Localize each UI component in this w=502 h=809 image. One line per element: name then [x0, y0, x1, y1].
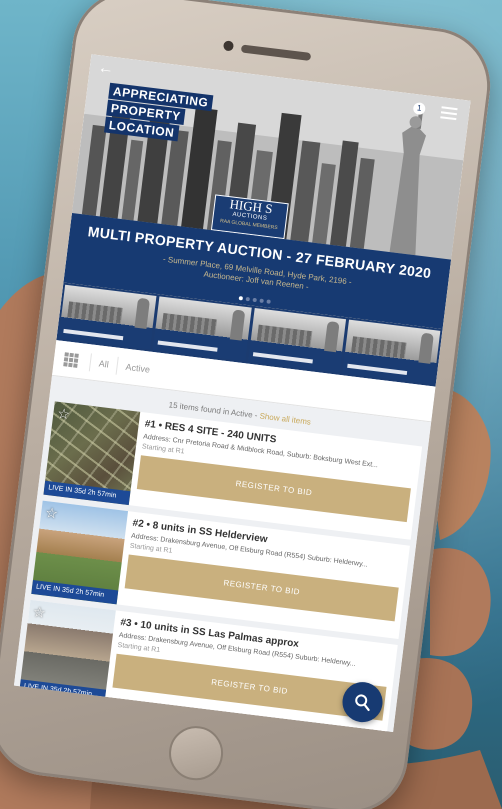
star-icon[interactable]: ☆ [44, 504, 58, 522]
live-countdown: LIVE IN 35d 2h 57min [19, 679, 107, 704]
thumbnail[interactable] [153, 296, 252, 362]
app-screen: ← 1 APPRECIATING PROPERTY LOCATION HIGH … [13, 54, 471, 733]
filter-chip-all[interactable]: All [88, 352, 118, 375]
thumbnail[interactable] [58, 284, 157, 350]
carousel-dot[interactable] [266, 299, 271, 304]
hamburger-menu-icon[interactable] [440, 106, 458, 121]
show-all-link[interactable]: Show all items [259, 411, 311, 426]
carousel-dot[interactable] [245, 296, 251, 302]
phone: ← 1 APPRECIATING PROPERTY LOCATION HIGH … [0, 0, 502, 809]
lot-image[interactable]: ☆ LIVE IN 35d 2h 57min [19, 599, 116, 704]
grid-view-icon[interactable] [63, 351, 79, 368]
star-icon[interactable]: ☆ [56, 405, 71, 423]
carousel-dot[interactable] [238, 296, 244, 301]
carousel-dot[interactable] [252, 297, 257, 303]
front-camera [222, 40, 235, 52]
auction-banner[interactable]: ← 1 APPRECIATING PROPERTY LOCATION HIGH … [63, 54, 471, 330]
star-icon[interactable]: ☆ [32, 603, 46, 621]
search-icon [355, 694, 370, 712]
back-arrow-icon[interactable]: ← [97, 59, 115, 79]
lot-image[interactable]: ☆ LIVE IN 35d 2h 57min [31, 500, 129, 605]
thumbnail[interactable] [342, 319, 441, 385]
notification-badge[interactable]: 1 [412, 101, 426, 116]
phone-body: ← 1 APPRECIATING PROPERTY LOCATION HIGH … [0, 0, 497, 809]
home-button[interactable] [165, 723, 227, 784]
speaker-grille [240, 44, 312, 61]
lot-list: 15 items found in Active - Show all item… [13, 375, 432, 733]
scroll-down-icon[interactable]: ▼ [383, 730, 391, 732]
carousel-dot[interactable] [259, 298, 264, 304]
thumbnail[interactable] [247, 307, 346, 373]
lot-image[interactable]: ☆ LIVE IN 35d 2h 57min [43, 401, 141, 506]
filter-chip-active[interactable]: Active [115, 356, 160, 380]
